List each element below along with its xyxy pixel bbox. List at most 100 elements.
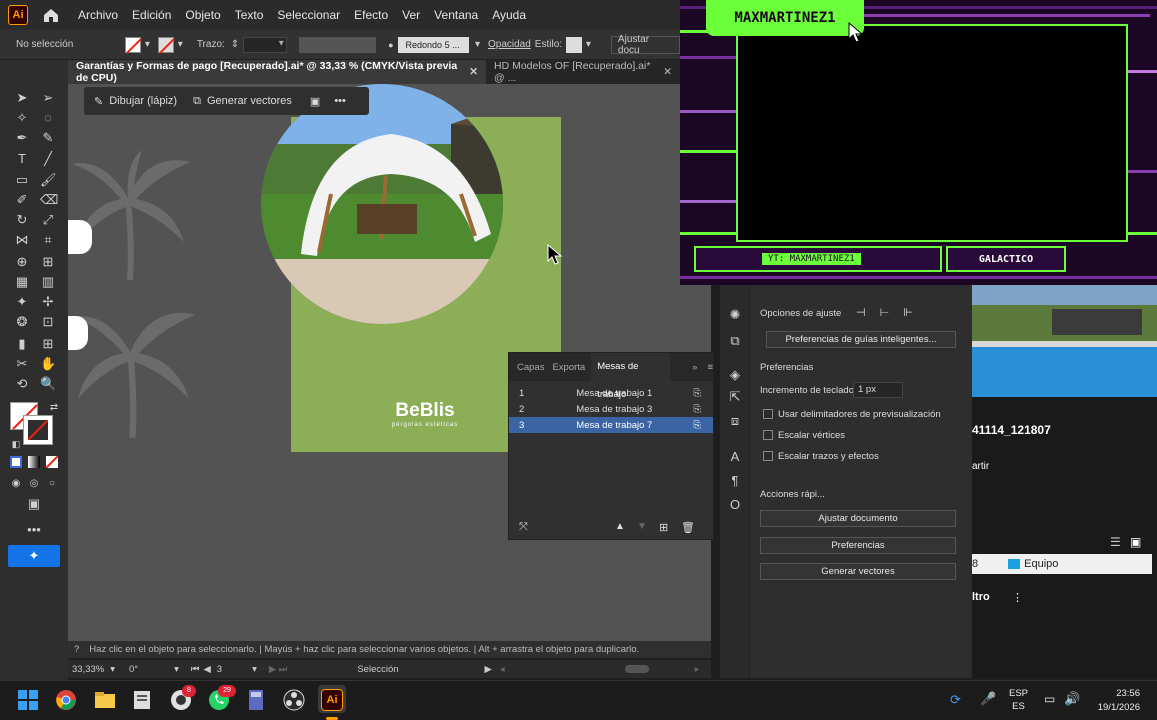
language-indicator[interactable]: ESP ES [1009, 687, 1028, 713]
scale-tool-icon[interactable]: ⤢ [40, 212, 56, 228]
artboard-row[interactable]: 3 Mesa de trabajo 7 ⎘ [509, 417, 713, 433]
illustrator-taskbar-icon[interactable]: Ai [321, 689, 343, 711]
curvature-tool-icon[interactable]: ✎ [40, 130, 56, 146]
prev-artboard-icon[interactable]: ◀ [203, 664, 210, 675]
pool-photo[interactable] [972, 285, 1157, 397]
rotation-angle[interactable]: 0° [129, 664, 138, 675]
brand-logo[interactable]: BeBlis pérgolas estéticas [375, 400, 475, 428]
stroke-color-icon[interactable] [23, 415, 53, 445]
artboard-tool-icon[interactable]: ⊞ [40, 336, 56, 352]
next-artboard-icon[interactable]: ▶ ⏭ [269, 664, 288, 675]
chevron-down-icon[interactable]: ▾ [252, 664, 257, 675]
lasso-icon[interactable]: ◌ [40, 110, 56, 126]
artboard-options-icon[interactable]: ⎘ [693, 388, 701, 399]
share-label[interactable]: artir [972, 461, 989, 472]
draw-behind-icon[interactable]: ◎ [26, 476, 42, 492]
play-icon[interactable]: ▶ [485, 664, 492, 675]
home-icon[interactable] [42, 6, 60, 24]
tab-capas[interactable]: Capas [517, 362, 544, 373]
symbol-sprayer-icon[interactable]: ❂ [14, 314, 30, 330]
slice-tool-icon[interactable]: ✂ [14, 356, 30, 372]
layers-icon[interactable]: ◈ [727, 367, 743, 383]
menu-ver[interactable]: Ver [402, 8, 420, 22]
perspective-grid-icon[interactable]: ⊞ [40, 254, 56, 270]
draw-normal-icon[interactable]: ◉ [8, 476, 24, 492]
zoom-level[interactable]: 33,33% [72, 664, 104, 675]
clock[interactable]: 23:56 19/1/2026 [1090, 687, 1140, 715]
menu-ayuda[interactable]: Ayuda [492, 8, 526, 22]
white-shape[interactable] [68, 220, 92, 254]
shaper-tool-icon[interactable]: ✐ [14, 192, 30, 208]
tab-garantias[interactable]: Garantías y Formas de pago [Recuperado].… [68, 60, 487, 84]
brush-select[interactable]: Redondo 5 ... [397, 36, 469, 53]
tab-mesas-de-trabajo[interactable]: Mesas de trabajo [591, 353, 671, 400]
app-icon[interactable] [131, 689, 153, 711]
more-options-icon[interactable]: ••• [334, 95, 346, 107]
gradient-tool-icon[interactable]: ▥ [40, 274, 56, 290]
illustrator-logo[interactable]: Ai [8, 5, 28, 25]
adjust-document-button[interactable]: Ajustar docu [610, 34, 681, 56]
color-mode-icon[interactable] [10, 456, 22, 468]
pen-tool-icon[interactable]: ✒ [14, 130, 30, 146]
snap-icons[interactable]: ⊣⊢⊩ [856, 306, 927, 319]
generative-ai-icon[interactable]: ✦ [8, 545, 60, 567]
scroll-left-icon[interactable]: ◂ [500, 664, 505, 675]
screen-mode-icon[interactable]: ▣ [26, 496, 42, 512]
scroll-right-icon[interactable]: ▸ [695, 664, 700, 675]
graph-tool-icon[interactable]: ▮ [14, 336, 30, 352]
menu-efecto[interactable]: Efecto [354, 8, 388, 22]
move-up-icon[interactable]: ▲ [615, 521, 625, 532]
horizontal-scrollbar[interactable] [624, 665, 649, 673]
sync-icon[interactable]: ⟳ [950, 692, 961, 708]
menu-objeto[interactable]: Objeto [185, 8, 220, 22]
tab-exporta[interactable]: Exporta [552, 362, 585, 373]
smart-guides-prefs-button[interactable]: Preferencias de guías inteligentes... [766, 331, 956, 348]
eyedropper-icon[interactable]: ✦ [14, 294, 30, 310]
blend-tool-icon[interactable]: ✢ [40, 294, 56, 310]
more-icon[interactable]: ⋮ [1012, 591, 1023, 604]
delete-icon[interactable]: 🗑 [681, 521, 695, 534]
shape-builder-icon[interactable]: ⊕ [14, 254, 30, 270]
export-icon[interactable]: ⇱ [727, 389, 743, 405]
scale-corners-checkbox[interactable]: Escalar vértices [763, 430, 845, 441]
collapse-icon[interactable]: » [692, 362, 697, 373]
scale-strokes-checkbox[interactable]: Escalar trazos y efectos [763, 451, 879, 462]
generate-vectors-quick-button[interactable]: Generar vectores [760, 563, 956, 580]
type-tool-icon[interactable]: T [14, 151, 30, 167]
gradient-mode-icon[interactable] [28, 456, 40, 468]
artboard-name[interactable]: Mesa de trabajo 7 [576, 420, 652, 431]
character-icon[interactable]: A [727, 449, 743, 465]
artboard-name[interactable]: Mesa de trabajo 1 [576, 388, 652, 399]
windows-start-icon[interactable] [17, 689, 39, 711]
swap-colors-icon[interactable]: ⇄ [46, 400, 62, 416]
white-shape[interactable] [68, 316, 88, 350]
hand-tool-icon[interactable]: ✋ [40, 356, 56, 372]
paragraph-icon[interactable]: ¶ [727, 473, 743, 489]
draw-pencil-button[interactable]: Dibujar (lápiz) [109, 95, 177, 107]
fit-document-button[interactable]: Ajustar documento [760, 510, 956, 527]
chevron-down-icon[interactable]: ▾ [145, 39, 150, 50]
fill-swatch[interactable] [125, 36, 141, 53]
mesh-tool-icon[interactable]: ▦ [14, 274, 30, 290]
artboard-options-icon[interactable]: ⎘ [693, 420, 701, 431]
menu-seleccionar[interactable]: Seleccionar [277, 8, 340, 22]
close-icon[interactable]: ✕ [469, 66, 478, 78]
opentype-icon[interactable]: O [727, 497, 743, 513]
more-tools-icon[interactable]: ••• [26, 522, 42, 538]
preferences-button[interactable]: Preferencias [760, 537, 956, 554]
magic-wand-icon[interactable]: ✧ [14, 110, 30, 126]
free-transform-icon[interactable]: ⌗ [40, 232, 56, 248]
generate-vectors-button[interactable]: Generar vectores [207, 95, 292, 107]
live-paint-icon[interactable]: ⊡ [40, 314, 56, 330]
chevron-down-icon[interactable]: ▾ [178, 39, 183, 50]
network-icon[interactable]: ▭ [1044, 692, 1055, 706]
rotate-view-icon[interactable]: ⟲ [14, 376, 30, 392]
artboard-name[interactable]: Mesa de trabajo 3 [576, 404, 652, 415]
draw-inside-icon[interactable]: ○ [44, 476, 60, 492]
stroke-swatch[interactable] [157, 36, 174, 53]
opacity-label[interactable]: Opacidad [488, 39, 531, 50]
panel-menu-icon[interactable]: ≡ [707, 362, 713, 373]
eraser-icon[interactable]: ⌫ [40, 192, 58, 208]
rearrange-icon[interactable]: ⤧ [519, 521, 528, 534]
chevron-down-icon[interactable]: ▾ [174, 664, 179, 675]
